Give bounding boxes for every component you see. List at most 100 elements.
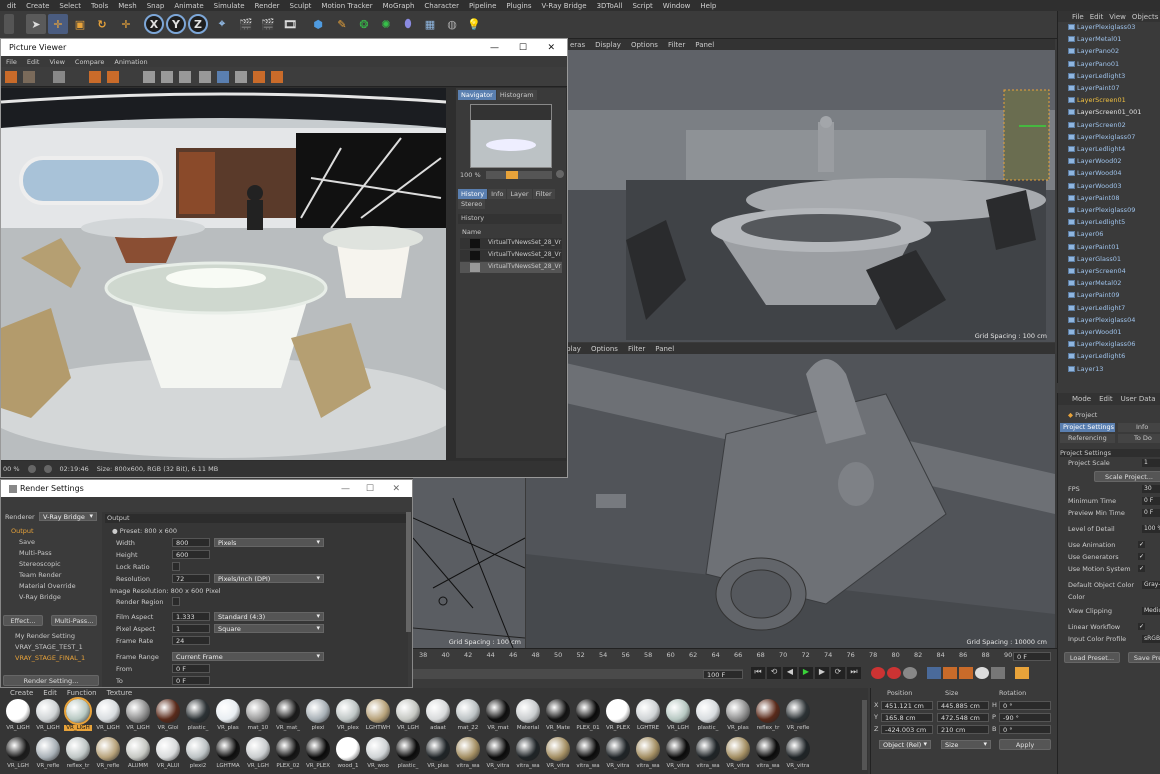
zoom-in-icon[interactable] bbox=[43, 465, 52, 473]
tab-layer[interactable]: Layer bbox=[507, 189, 532, 199]
point-level-icon[interactable] bbox=[991, 667, 1005, 679]
menu-1[interactable]: Create bbox=[21, 2, 54, 10]
setting-value[interactable]: ✓ bbox=[1138, 623, 1145, 630]
viewport-menu-options[interactable]: Options bbox=[631, 41, 658, 49]
front-viewport[interactable]: eras Display Options Filter Panel Grid S… bbox=[526, 343, 1055, 648]
mm-menu-edit[interactable]: Edit bbox=[43, 689, 57, 697]
tab-referencing[interactable]: Referencing bbox=[1060, 434, 1115, 443]
live-select-icon[interactable]: ✛ bbox=[116, 14, 136, 34]
settings-item-material-override[interactable]: Material Override bbox=[19, 582, 76, 590]
rotation-input[interactable]: 0 ° bbox=[999, 701, 1051, 710]
setting-value[interactable]: ✓ bbox=[1138, 541, 1145, 548]
setting-value[interactable]: 30 bbox=[1142, 485, 1160, 493]
object-item[interactable]: LayerScreen01_001 bbox=[1068, 108, 1141, 116]
deformer-icon[interactable]: ⬮ bbox=[398, 14, 418, 34]
compare-b-icon[interactable] bbox=[161, 71, 173, 83]
pv-menu-animation[interactable]: Animation bbox=[109, 58, 152, 66]
from-input[interactable]: 0 F bbox=[172, 664, 210, 673]
render-region-icon[interactable] bbox=[89, 71, 101, 83]
material-swatch[interactable] bbox=[276, 737, 300, 761]
material-swatch[interactable] bbox=[276, 699, 300, 723]
menu-15[interactable]: V-Ray Bridge bbox=[536, 2, 591, 10]
object-item[interactable]: Layer13 bbox=[1068, 365, 1103, 373]
object-item[interactable]: LayerPaint01 bbox=[1068, 243, 1119, 251]
menu-11[interactable]: MoGraph bbox=[378, 2, 420, 10]
film-aspect-input[interactable]: 1.333 bbox=[172, 612, 210, 621]
render-picture-viewer-icon[interactable]: 🎬 bbox=[258, 14, 278, 34]
am-menu-user-data[interactable]: User Data bbox=[1121, 395, 1156, 403]
pixel-aspect-input[interactable]: 1 bbox=[172, 624, 210, 633]
pv-menu-view[interactable]: View bbox=[44, 58, 69, 66]
swap-icon[interactable] bbox=[179, 71, 191, 83]
menu-18[interactable]: Window bbox=[658, 2, 696, 10]
mm-menu-create[interactable]: Create bbox=[10, 689, 33, 697]
grid-icon[interactable] bbox=[235, 71, 247, 83]
material-swatch[interactable] bbox=[606, 737, 630, 761]
material-swatch[interactable] bbox=[246, 699, 270, 723]
object-item[interactable]: LayerLedlight3 bbox=[1068, 72, 1125, 80]
object-item[interactable]: LayerPano01 bbox=[1068, 60, 1119, 68]
object-item[interactable]: LayerMetal02 bbox=[1068, 279, 1121, 287]
object-item[interactable]: Layer06 bbox=[1068, 230, 1103, 238]
subdivision-icon[interactable]: ❂ bbox=[354, 14, 374, 34]
material-swatch[interactable] bbox=[546, 699, 570, 723]
pv-menu-file[interactable]: File bbox=[1, 58, 22, 66]
navigator-thumbnail[interactable] bbox=[470, 104, 552, 168]
menu-2[interactable]: Select bbox=[54, 2, 86, 10]
material-swatch[interactable] bbox=[486, 737, 510, 761]
position-input[interactable]: 165.8 cm bbox=[881, 713, 933, 722]
close-icon[interactable]: ✕ bbox=[392, 484, 400, 494]
camera-icon[interactable]: ◍ bbox=[442, 14, 462, 34]
position-input[interactable]: -424.003 cm bbox=[881, 725, 933, 734]
material-swatch[interactable] bbox=[786, 737, 810, 761]
tab-navigator[interactable]: Navigator bbox=[458, 90, 496, 100]
zoom-reset-icon[interactable] bbox=[27, 465, 36, 473]
fit-icon[interactable] bbox=[199, 71, 211, 83]
object-item[interactable]: LayerScreen04 bbox=[1068, 267, 1126, 275]
preset-my-render-setting[interactable]: My Render Setting bbox=[15, 632, 75, 640]
menu-17[interactable]: Script bbox=[627, 2, 657, 10]
scale-project-button[interactable]: Scale Project... bbox=[1094, 471, 1160, 482]
menu-14[interactable]: Plugins bbox=[501, 2, 536, 10]
z-axis-button[interactable]: Z bbox=[188, 14, 208, 34]
coordinate-mode-select[interactable]: Object (Rel) bbox=[879, 740, 931, 749]
save-icon[interactable] bbox=[23, 71, 35, 83]
material-swatch[interactable] bbox=[636, 737, 660, 761]
material-swatch[interactable] bbox=[336, 699, 360, 723]
object-item[interactable]: LayerScreen01 bbox=[1068, 96, 1126, 104]
move-tool-icon[interactable]: ✛ bbox=[48, 14, 68, 34]
material-swatch[interactable] bbox=[786, 699, 810, 723]
open-icon[interactable] bbox=[5, 71, 17, 83]
mm-menu-texture[interactable]: Texture bbox=[107, 689, 133, 697]
maximize-icon[interactable]: ☐ bbox=[366, 484, 374, 494]
tab-todo[interactable]: To Do bbox=[1118, 434, 1160, 443]
viewport-menu-cameras[interactable]: eras bbox=[570, 41, 585, 49]
current-frame-input[interactable]: 0 F bbox=[1013, 652, 1051, 661]
x-axis-button[interactable]: X bbox=[144, 14, 164, 34]
play-icon[interactable]: ▶ bbox=[799, 667, 813, 679]
move-key-icon[interactable] bbox=[927, 667, 941, 679]
material-swatch[interactable] bbox=[636, 699, 660, 723]
material-swatch[interactable] bbox=[336, 737, 360, 761]
perspective-viewport[interactable]: eras Display Options Filter Panel Grid S… bbox=[566, 39, 1055, 342]
menu-4[interactable]: Mesh bbox=[113, 2, 141, 10]
material-swatch[interactable] bbox=[726, 699, 750, 723]
om-menu-objects[interactable]: Objects bbox=[1132, 13, 1158, 21]
material-swatch[interactable] bbox=[606, 699, 630, 723]
preset-vray-stage-final[interactable]: VRAY_STAGE_FINAL_1 bbox=[15, 654, 85, 662]
object-item[interactable]: LayerPaint07 bbox=[1068, 84, 1119, 92]
next-frame-icon[interactable]: ▶ bbox=[815, 667, 829, 679]
pv-menu-edit[interactable]: Edit bbox=[22, 58, 45, 66]
object-item[interactable]: LayerLedlight6 bbox=[1068, 352, 1125, 360]
object-item[interactable]: LayerPlexiglass04 bbox=[1068, 316, 1135, 324]
position-input[interactable]: 451.121 cm bbox=[881, 701, 933, 710]
y-axis-button[interactable]: Y bbox=[166, 14, 186, 34]
tab-project-settings[interactable]: Project Settings bbox=[1060, 423, 1115, 432]
menu-3[interactable]: Tools bbox=[86, 2, 113, 10]
object-item[interactable]: LayerPano02 bbox=[1068, 47, 1119, 55]
menu-13[interactable]: Pipeline bbox=[464, 2, 501, 10]
material-swatch[interactable] bbox=[576, 737, 600, 761]
top-viewport[interactable]: Grid Spacing : 100 cm bbox=[413, 478, 525, 648]
material-swatch[interactable] bbox=[396, 737, 420, 761]
object-item[interactable]: LayerWood02 bbox=[1068, 157, 1122, 165]
